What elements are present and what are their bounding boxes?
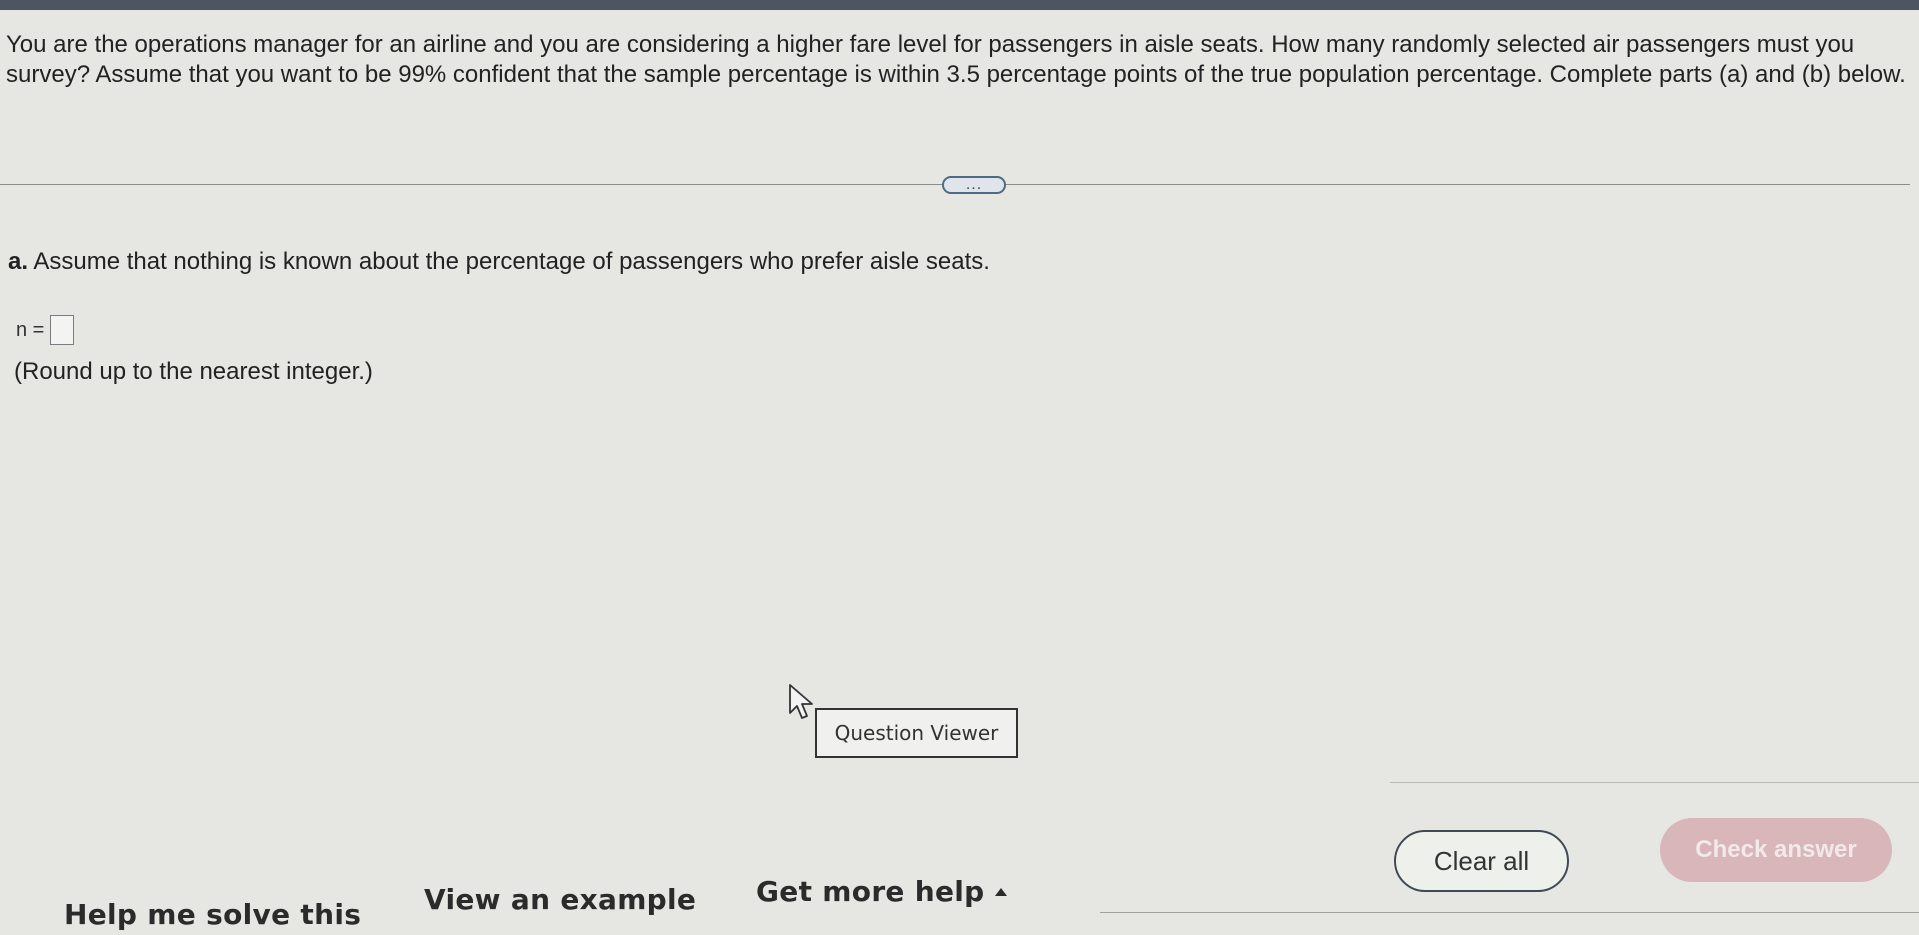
clear-all-button[interactable]: Clear all	[1394, 830, 1569, 892]
help-me-solve-link[interactable]: Help me solve this	[64, 898, 361, 931]
view-example-link[interactable]: View an example	[424, 883, 696, 916]
caret-up-icon	[994, 887, 1007, 896]
question-text: You are the operations manager for an ai…	[6, 31, 1906, 88]
answer-input[interactable]	[50, 315, 75, 345]
part-a-prompt: a. Assume that nothing is known about th…	[8, 248, 990, 276]
check-answer-button[interactable]: Check answer	[1660, 818, 1892, 882]
get-more-help-label: Get more help	[756, 875, 985, 908]
part-a-letter: a.	[8, 248, 29, 275]
action-divider	[1390, 782, 1919, 783]
answer-row: n =	[16, 315, 75, 345]
get-more-help-link[interactable]: Get more help	[756, 875, 1007, 908]
top-strip	[0, 0, 1919, 10]
answer-label: n =	[16, 318, 45, 341]
footer-divider	[1100, 912, 1919, 913]
part-a-text: Assume that nothing is known about the p…	[33, 248, 990, 275]
round-hint: (Round up to the nearest integer.)	[14, 358, 373, 385]
mouse-pointer-icon	[789, 684, 813, 719]
expand-more-button[interactable]: ...	[942, 176, 1006, 194]
question-viewer-button[interactable]: Question Viewer	[815, 708, 1018, 758]
